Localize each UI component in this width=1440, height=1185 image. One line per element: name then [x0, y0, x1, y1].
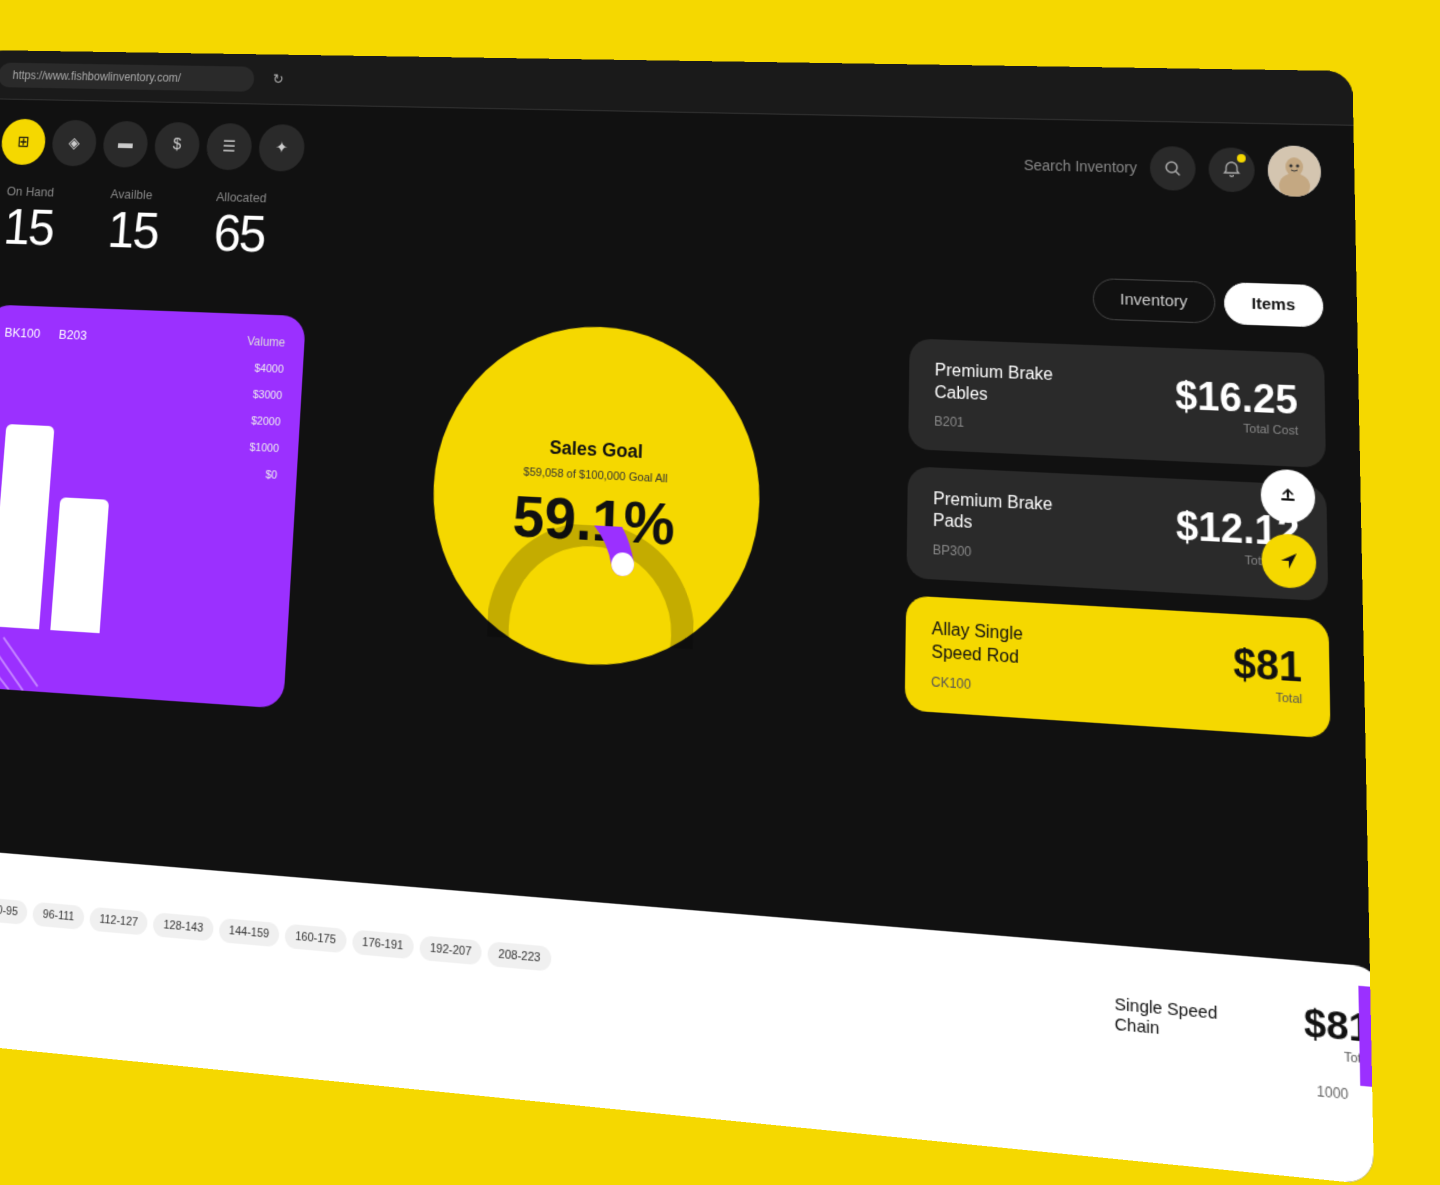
donut-chart	[487, 520, 696, 649]
upload-button[interactable]	[1260, 468, 1315, 524]
search-button[interactable]	[1150, 146, 1196, 191]
chart-labels: BK100 B203	[4, 325, 87, 343]
range-chip-128[interactable]: 128-143	[153, 912, 214, 941]
volume-values: $4000 $3000 $2000 $1000 $0	[239, 362, 284, 482]
volume-val-2000: $2000	[242, 415, 281, 429]
bar-2	[50, 497, 109, 633]
avatar	[1268, 145, 1322, 197]
product-info-3: Allay SingleSpeed Rod CK100	[931, 619, 1023, 695]
count-val-1000: 1000	[1317, 1083, 1349, 1103]
price-label-1: Total Cost	[1175, 419, 1298, 437]
nav-icon-dashboard[interactable]: ⊞	[0, 119, 47, 166]
avatar-svg	[1268, 145, 1322, 197]
send-button[interactable]	[1261, 533, 1316, 590]
chart-panel: BK100 B203 Valume $4000 $3000 $2000 $100…	[0, 304, 306, 708]
product-name-3: Allay SingleSpeed Rod	[931, 619, 1023, 671]
upload-icon	[1278, 486, 1299, 507]
chart-label-1: BK100	[4, 325, 41, 341]
bell-icon	[1223, 161, 1241, 178]
diagonal-decoration	[0, 624, 75, 694]
fab-group	[1260, 468, 1316, 589]
volume-section: Valume $4000 $3000 $2000 $1000 $0	[239, 334, 286, 482]
chain-product-info: Single SpeedChain	[1115, 994, 1218, 1043]
product-sku-1: B201	[934, 413, 1107, 436]
chart-label-2: B203	[58, 327, 87, 343]
sales-goal-subtitle: $59,058 of $100,000 Goal All	[523, 465, 668, 485]
product-sku-2: BP300	[933, 542, 1053, 564]
main-content: BK100 B203 Valume $4000 $3000 $2000 $100…	[0, 304, 1331, 781]
search-icon	[1164, 160, 1181, 177]
volume-val-3000: $3000	[244, 388, 283, 402]
range-chip-192[interactable]: 192-207	[419, 935, 482, 965]
header-row: ⊞ ◈ ▬ $ ☰ ✦ Search Inventory	[0, 119, 1321, 198]
reload-icon[interactable]: ↻	[272, 71, 284, 88]
on-hand-label: On Hand	[6, 184, 56, 200]
range-chip-96[interactable]: 96-111	[32, 902, 85, 930]
notification-badge	[1237, 154, 1246, 163]
available-value: 15	[106, 205, 159, 257]
volume-label: Valume	[247, 334, 286, 350]
nav-icon-doc[interactable]: ☰	[205, 123, 253, 171]
on-hand-value: 15	[2, 202, 55, 254]
range-chip-160[interactable]: 160-175	[285, 924, 347, 954]
avatar-image	[1268, 145, 1322, 197]
volume-val-1000: $1000	[240, 441, 279, 455]
donut-svg	[487, 520, 696, 649]
range-chip-144[interactable]: 144-159	[218, 918, 280, 947]
nav-icon-puzzle[interactable]: ✦	[258, 124, 306, 172]
main-panel: https://www.fishbowlinventory.com/ ↻ ⊞ ◈…	[0, 50, 1374, 1185]
nav-icons: ⊞ ◈ ▬ $ ☰ ✦	[0, 119, 306, 172]
nav-icon-card[interactable]: ▬	[102, 121, 149, 168]
range-chip-112[interactable]: 112-127	[89, 907, 149, 936]
product-info-2: Premium BrakePads BP300	[933, 489, 1053, 565]
search-label: Search Inventory	[1024, 157, 1137, 176]
notification-button[interactable]	[1208, 147, 1254, 192]
bars-container	[0, 424, 114, 633]
volume-val-4000: $4000	[245, 362, 284, 376]
stat-available: Availble 15	[106, 186, 161, 257]
allocated-value: 65	[212, 208, 266, 261]
items-toggle-button[interactable]: Items	[1224, 282, 1324, 327]
product-name-2: Premium BrakePads	[933, 489, 1053, 540]
volume-val-0: $0	[239, 468, 278, 482]
product-price-1: $16.25 Total Cost	[1175, 376, 1298, 438]
range-chip-80[interactable]: 80-95	[0, 897, 28, 925]
product-sku-3: CK100	[931, 674, 1023, 695]
send-icon	[1278, 550, 1299, 571]
product-info-1: Premium Brake Cables B201	[934, 360, 1107, 435]
stat-allocated: Allocated 65	[212, 189, 267, 260]
stat-on-hand: On Hand 15	[2, 184, 56, 254]
center-content: Sales Goal $59,058 of $100,000 Goal All …	[303, 317, 889, 750]
inventory-toggle-button[interactable]: Inventory	[1093, 278, 1215, 324]
product-card-brake-cables[interactable]: Premium Brake Cables B201 $16.25 Total C…	[908, 338, 1326, 467]
product-name-1: Premium Brake Cables	[934, 360, 1107, 412]
app-content: ⊞ ◈ ▬ $ ☰ ✦ Search Inventory	[0, 99, 1374, 1185]
bar-1	[0, 424, 54, 629]
toggle-group: Inventory Items	[1093, 278, 1324, 328]
browser-url-bar[interactable]: https://www.fishbowlinventory.com/	[0, 62, 255, 91]
range-chip-208[interactable]: 208-223	[488, 941, 552, 971]
chain-product-name: Single SpeedChain	[1115, 994, 1218, 1043]
price-value-3: $81	[1233, 643, 1302, 688]
price-value-1: $16.25	[1175, 376, 1298, 420]
stats-toggle-row: On Hand 15 Availble 15 Allocated 65 Inve…	[0, 183, 1324, 327]
sales-goal-card: Sales Goal $59,058 of $100,000 Goal All …	[426, 321, 764, 675]
range-chip-176[interactable]: 176-191	[351, 929, 414, 959]
product-price-3: $81 Total	[1233, 643, 1302, 706]
nav-icon-dollar[interactable]: $	[153, 122, 201, 169]
search-area: Search Inventory	[1024, 140, 1322, 197]
price-label-3: Total	[1233, 689, 1302, 707]
nav-icon-tag[interactable]: ◈	[51, 120, 98, 167]
allocated-label: Allocated	[216, 189, 268, 205]
url-text: https://www.fishbowlinventory.com/	[12, 68, 181, 84]
sales-goal-title: Sales Goal	[549, 436, 643, 462]
available-label: Availble	[110, 186, 161, 202]
stats-row: On Hand 15 Availble 15 Allocated 65	[0, 183, 267, 260]
product-card-speed-rod[interactable]: Allay SingleSpeed Rod CK100 $81 Total	[905, 596, 1331, 739]
